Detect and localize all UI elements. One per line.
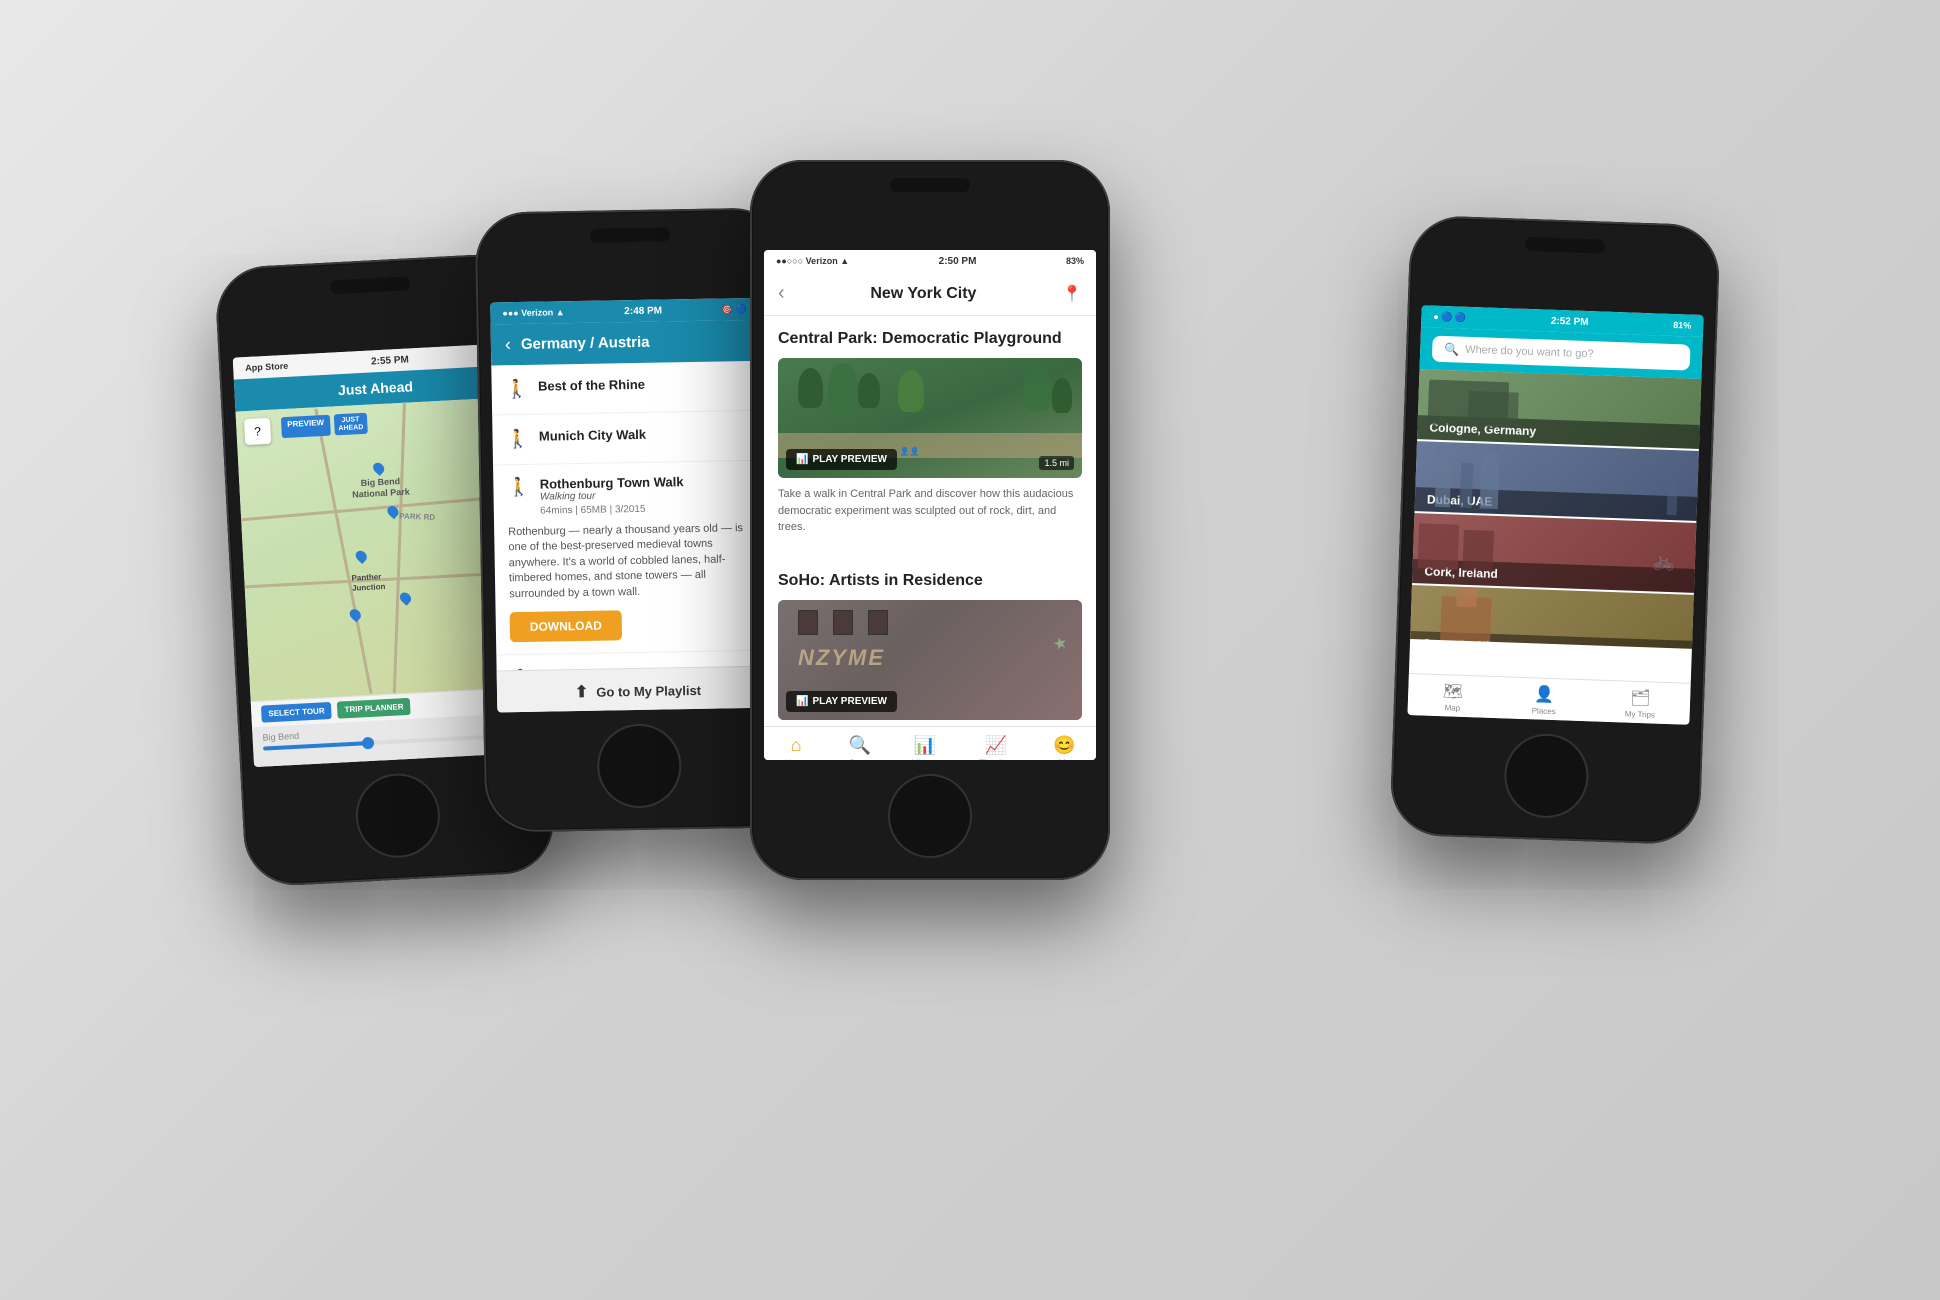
soho-image: NZYME ★ 📊 PLAY PREVIEW [778, 600, 1082, 720]
select-tour-btn[interactable]: SELECT TOUR [261, 702, 332, 723]
rothenburg-description: Rothenburg — nearly a thousand years old… [508, 521, 763, 602]
soho-section: SoHo: Artists in Residence NZYME [764, 558, 1096, 727]
nav-map[interactable]: 🗺 Map [1442, 681, 1463, 713]
playlist-button[interactable]: ⬆ Go to My Playlist [497, 666, 780, 713]
walk-icon-rhine: 🚶 [506, 379, 529, 400]
place-cologne-bg: Cologne, Germany [1417, 369, 1701, 449]
me-icon: 😊 [1053, 735, 1075, 756]
store-icon: 🔍 [849, 735, 871, 756]
germany-content: 🚶 Best of the Rhine 🚶 Munich City Walk 🚶 [491, 361, 779, 713]
search-icon: 🔍 [1444, 342, 1459, 357]
place-nicaragua-bg: Granada, Nicaragua [1410, 585, 1694, 649]
search-input[interactable]: 🔍 Where do you want to go? [1432, 336, 1691, 371]
germany-header: ‹ Germany / Austria [491, 320, 774, 366]
phone-3-status-bar: ●●○○○ Verizon ▲ 2:50 PM 83% [764, 250, 1096, 272]
nav-places[interactable]: 👤 Places [1532, 684, 1557, 716]
list-item-rhine[interactable]: 🚶 Best of the Rhine [491, 361, 774, 416]
just-ahead-badge[interactable]: JUSTAHEAD [334, 413, 368, 436]
phone-2-time: 2:48 PM [624, 305, 662, 317]
place-nicaragua[interactable]: Granada, Nicaragua [1410, 585, 1694, 649]
place-dubai[interactable]: Dubai, UAE [1415, 441, 1699, 521]
phone-3: ●●○○○ Verizon ▲ 2:50 PM 83% ‹ New York C… [750, 160, 1110, 880]
play-icon-soho: 📊 [796, 696, 808, 707]
rothenburg-meta: 64mins | 65MB | 3/2015 [540, 502, 762, 517]
nav-home[interactable]: ⌂ Home [784, 735, 808, 760]
download-button[interactable]: DOWNLOAD [510, 610, 623, 642]
nav-store[interactable]: 🔍 Store [849, 735, 871, 760]
nav-timeline[interactable]: 📈 Timeline [979, 735, 1013, 760]
nyc-bottom-nav: ⌂ Home 🔍 Store 📊 Library 📈 Timeline 😊 [764, 726, 1096, 760]
phone-3-screen: ●●○○○ Verizon ▲ 2:50 PM 83% ‹ New York C… [764, 250, 1096, 760]
phone-2-screen: ●●● Verizon ▲ 2:48 PM 🎯 🔵 🔋 ‹ Germany / … [490, 298, 779, 713]
phone-1-time: 2:55 PM [371, 354, 409, 367]
timeline-icon: 📈 [985, 735, 1007, 756]
home-icon: ⌂ [791, 735, 802, 756]
nyc-header: ‹ New York City 📍 [764, 272, 1096, 316]
phone-4-screen: ● 🔵 🔵 2:52 PM 81% 🔍 Where do you want to… [1407, 305, 1703, 725]
phone-4: ● 🔵 🔵 2:52 PM 81% 🔍 Where do you want to… [1389, 215, 1720, 845]
map-controls: ? [244, 418, 271, 445]
places-list: Cologne, Germany Dubai, UAE [1410, 369, 1701, 649]
nav-trips[interactable]: 🗂 My Trips [1625, 688, 1656, 720]
place-ireland[interactable]: 🚲 Cork, Ireland [1412, 513, 1696, 593]
rothenburg-section: 🚶 Rothenburg Town Walk Walking tour 64mi… [493, 461, 778, 656]
play-preview-central-park[interactable]: 📊 PLAY PREVIEW [786, 449, 897, 470]
graffiti-text: NZYME [798, 645, 885, 671]
back-button[interactable]: ‹ [505, 334, 511, 355]
junction-label: PantherJunction [351, 572, 385, 593]
place-dubai-bg: Dubai, UAE [1415, 441, 1699, 521]
nav-me[interactable]: 😊 Me [1053, 735, 1075, 760]
preview-button[interactable]: PREVIEW [281, 415, 331, 439]
map-preview-strip: PREVIEW JUSTAHEAD [281, 413, 368, 439]
germany-title: Germany / Austria [521, 334, 650, 353]
trip-planner-btn[interactable]: TRIP PLANNER [337, 698, 411, 719]
phone-3-carrier: ●●○○○ Verizon ▲ [776, 256, 849, 266]
library-icon: 📊 [914, 735, 936, 756]
road-label: PARK RD [399, 512, 435, 522]
play-preview-soho[interactable]: 📊 PLAY PREVIEW [786, 691, 897, 712]
places-bottom-nav: 🗺 Map 👤 Places 🗂 My Trips [1407, 673, 1690, 725]
share-icon: ⬆ [575, 682, 589, 702]
phone-4-battery: 81% [1673, 320, 1691, 331]
nyc-back-button[interactable]: ‹ [778, 282, 785, 305]
walk-icon-rothenburg: 🚶 [507, 477, 530, 498]
phone-3-battery: 83% [1066, 256, 1084, 266]
phone-1-carrier: App Store [245, 361, 288, 373]
phone-4-time: 2:52 PM [1551, 315, 1589, 327]
central-park-desc: Take a walk in Central Park and discover… [778, 486, 1082, 536]
place-cologne[interactable]: Cologne, Germany [1417, 369, 1701, 449]
soho-title: SoHo: Artists in Residence [778, 572, 1082, 590]
question-icon[interactable]: ? [244, 418, 271, 445]
location-pin-icon: 📍 [1062, 284, 1082, 304]
nyc-content[interactable]: Central Park: Democratic Playground 👤👤 [764, 316, 1096, 726]
duration-badge: 1.5 mi [1039, 456, 1074, 470]
central-park-section: Central Park: Democratic Playground 👤👤 [764, 316, 1096, 550]
phone-1-header-title: Just Ahead [338, 378, 414, 398]
search-placeholder: Where do you want to go? [1465, 344, 1594, 360]
nyc-title: New York City [785, 285, 1062, 303]
play-icon: 📊 [796, 454, 808, 465]
nav-library[interactable]: 📊 Library [911, 735, 939, 760]
phone-4-carrier: ● 🔵 🔵 [1433, 311, 1466, 323]
phone-2-carrier: ●●● Verizon ▲ [502, 307, 564, 318]
place-ireland-bg: 🚲 Cork, Ireland [1412, 513, 1696, 593]
trips-icon: 🗂 [1630, 688, 1651, 709]
map-icon: 🗺 [1443, 681, 1464, 702]
playlist-label: Go to My Playlist [596, 682, 701, 699]
places-icon: 👤 [1534, 684, 1555, 705]
rhine-title: Best of the Rhine [538, 375, 760, 394]
central-park-title: Central Park: Democratic Playground [778, 330, 1082, 348]
phone-3-time: 2:50 PM [939, 256, 977, 267]
big-bend-label: Big BendNational Park [351, 475, 410, 501]
munich-title: Munich City Walk [539, 425, 761, 444]
walk-icon-munich: 🚶 [506, 429, 529, 450]
central-park-image: 👤👤 📊 PLAY PREVIEW 1.5 mi [778, 358, 1082, 478]
phones-container: App Store 2:55 PM 🔋 Just Ahead PARK RD B… [170, 100, 1770, 1200]
phone-2: ●●● Verizon ▲ 2:48 PM 🎯 🔵 🔋 ‹ Germany / … [475, 207, 796, 832]
list-item-munich[interactable]: 🚶 Munich City Walk [492, 411, 775, 466]
